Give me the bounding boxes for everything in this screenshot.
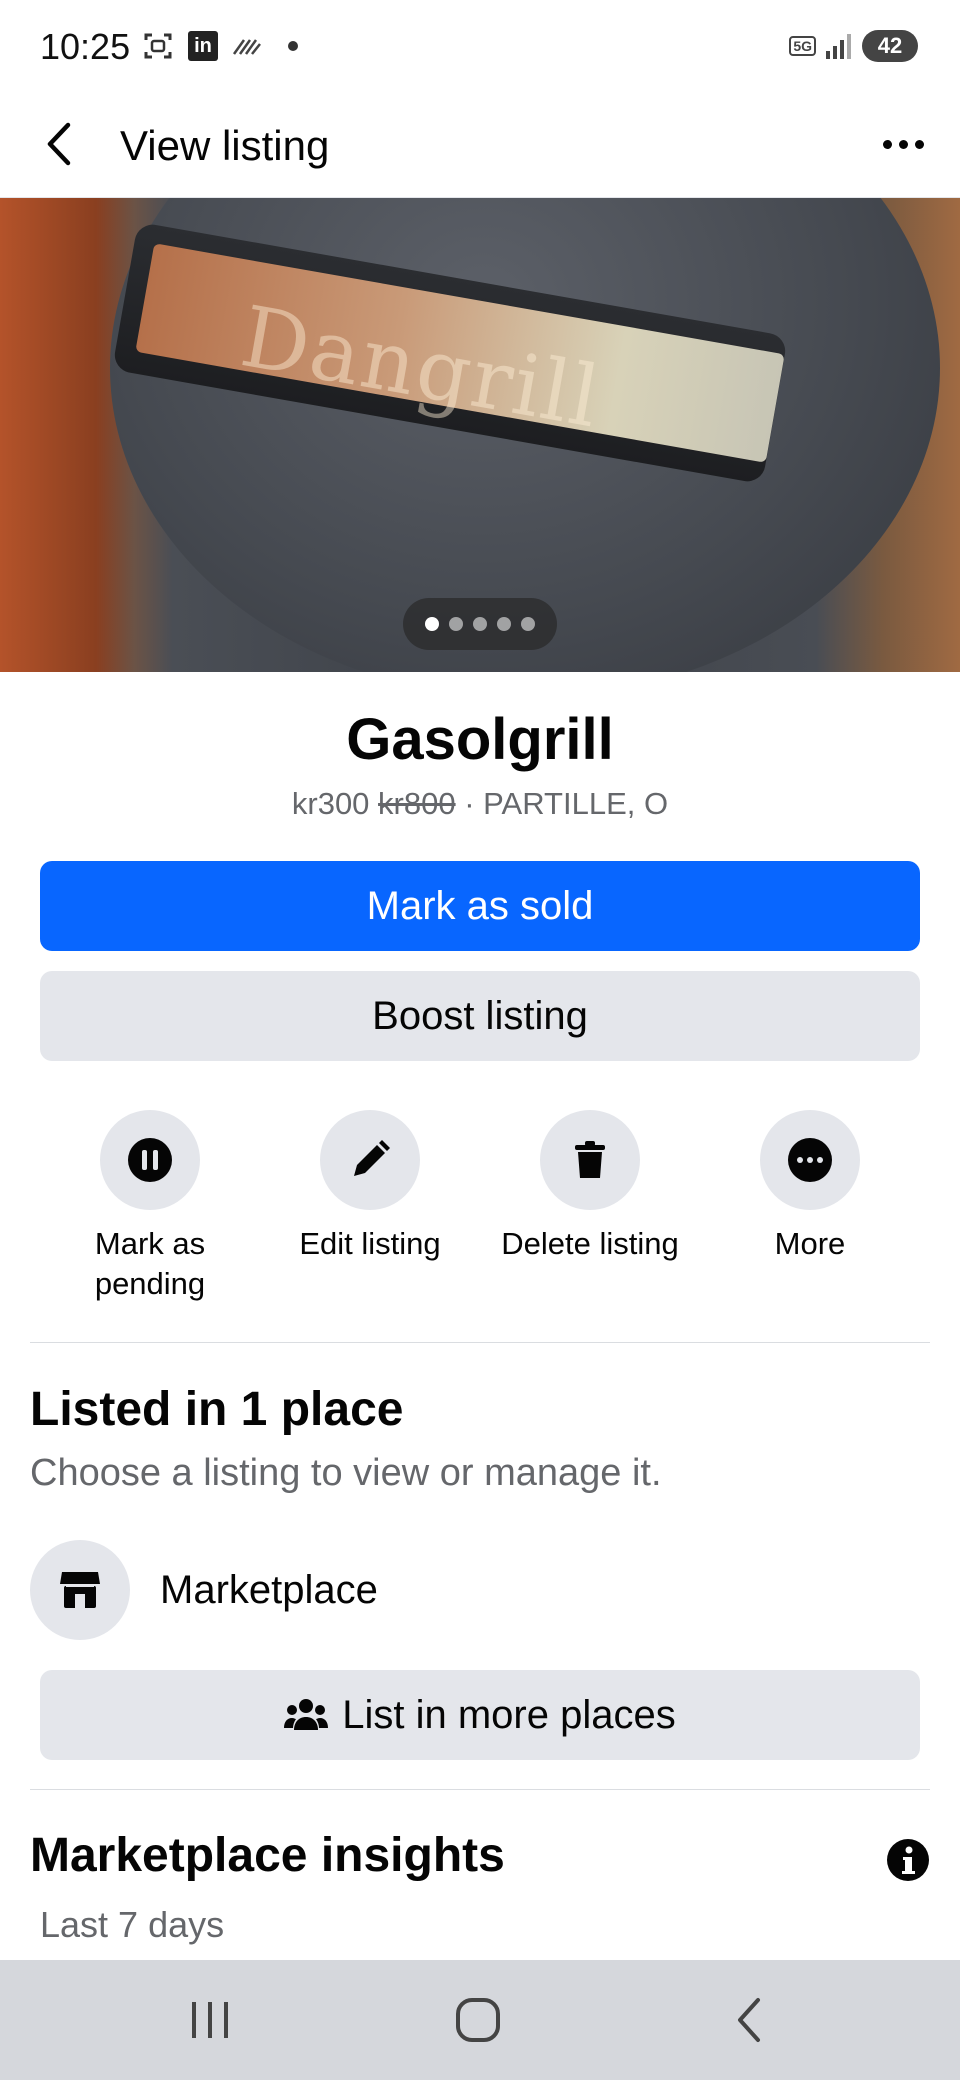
delete-listing-action[interactable]: Delete listing <box>480 1110 700 1264</box>
pager-dot <box>473 617 487 631</box>
boost-listing-button[interactable]: Boost listing <box>40 971 920 1061</box>
nav-back-button[interactable] <box>690 1980 810 2060</box>
cell-signal-icon <box>824 31 854 61</box>
listing-original-price: kr800 <box>378 786 456 821</box>
home-button[interactable] <box>418 1980 538 2060</box>
system-nav-bar <box>0 1960 960 2080</box>
listed-section-title: Listed in 1 place <box>30 1383 404 1436</box>
pencil-icon <box>354 1140 390 1176</box>
linkedin-icon: in <box>188 31 218 61</box>
status-time: 10:25 <box>40 26 131 67</box>
listing-price: kr300 <box>291 786 370 821</box>
app-header: View listing <box>0 100 960 198</box>
listing-location: PARTILLE, O <box>483 786 669 821</box>
edit-listing-action[interactable]: Edit listing <box>260 1110 480 1264</box>
action-label: Delete listing <box>501 1226 679 1261</box>
page-title: View listing <box>120 122 330 169</box>
action-label: Mark as pending <box>94 1226 206 1301</box>
list-more-label: List in more places <box>342 1692 676 1737</box>
notification-dot-icon <box>288 41 298 51</box>
place-label: Marketplace <box>160 1567 378 1612</box>
status-system-icons: 5G 42 <box>789 30 918 62</box>
signal-activity-icon <box>232 36 262 56</box>
carousel-pager <box>403 598 557 650</box>
pause-icon <box>128 1138 172 1182</box>
pager-dot <box>449 617 463 631</box>
people-group-icon <box>284 1699 329 1730</box>
mark-as-pending-action[interactable]: Mark as pending <box>40 1110 260 1304</box>
more-action[interactable]: More <box>700 1110 920 1264</box>
insights-period: Last 7 days <box>40 1904 225 1945</box>
mark-as-sold-button[interactable]: Mark as sold <box>40 861 920 951</box>
more-circle-icon <box>788 1138 832 1182</box>
battery-icon: 42 <box>862 30 918 62</box>
list-in-more-places-button[interactable]: List in more places <box>40 1670 920 1760</box>
back-button[interactable] <box>30 114 90 174</box>
recents-button[interactable] <box>150 1980 270 2060</box>
place-item-marketplace[interactable]: Marketplace <box>30 1540 378 1640</box>
status-bar: 10:25 in 5G 42 <box>0 0 960 100</box>
more-options-button[interactable] <box>868 114 938 174</box>
action-label: More <box>774 1226 846 1261</box>
pager-dot <box>425 617 439 631</box>
status-notification-icons: in <box>142 30 298 62</box>
info-icon <box>887 1839 929 1881</box>
section-divider <box>30 1342 930 1343</box>
more-horizontal-icon <box>882 139 892 149</box>
listing-photo-carousel[interactable]: Dangrill <box>0 198 960 672</box>
chevron-left-icon <box>47 122 71 166</box>
section-divider <box>30 1789 930 1790</box>
pager-dot <box>497 617 511 631</box>
network-type-icon: 5G <box>789 36 816 56</box>
storefront-icon <box>60 1572 100 1608</box>
listing-actions: Mark as pending Edit listing Delete list… <box>0 1110 960 1310</box>
listed-section-subtitle: Choose a listing to view or manage it. <box>30 1452 662 1494</box>
price-separator: · <box>464 786 475 821</box>
insights-info-button[interactable] <box>886 1838 930 1882</box>
trash-icon <box>575 1141 605 1178</box>
listing-title: Gasolgrill <box>346 707 614 772</box>
home-icon <box>456 1998 500 2042</box>
back-icon <box>738 1998 760 2042</box>
action-label: Edit listing <box>299 1226 441 1261</box>
listing-price-line: kr300 kr800 · PARTILLE, O <box>0 786 960 822</box>
screenshot-icon <box>142 30 174 62</box>
pager-dot <box>521 617 535 631</box>
recents-icon <box>192 2002 228 2038</box>
insights-title: Marketplace insights <box>30 1829 505 1882</box>
